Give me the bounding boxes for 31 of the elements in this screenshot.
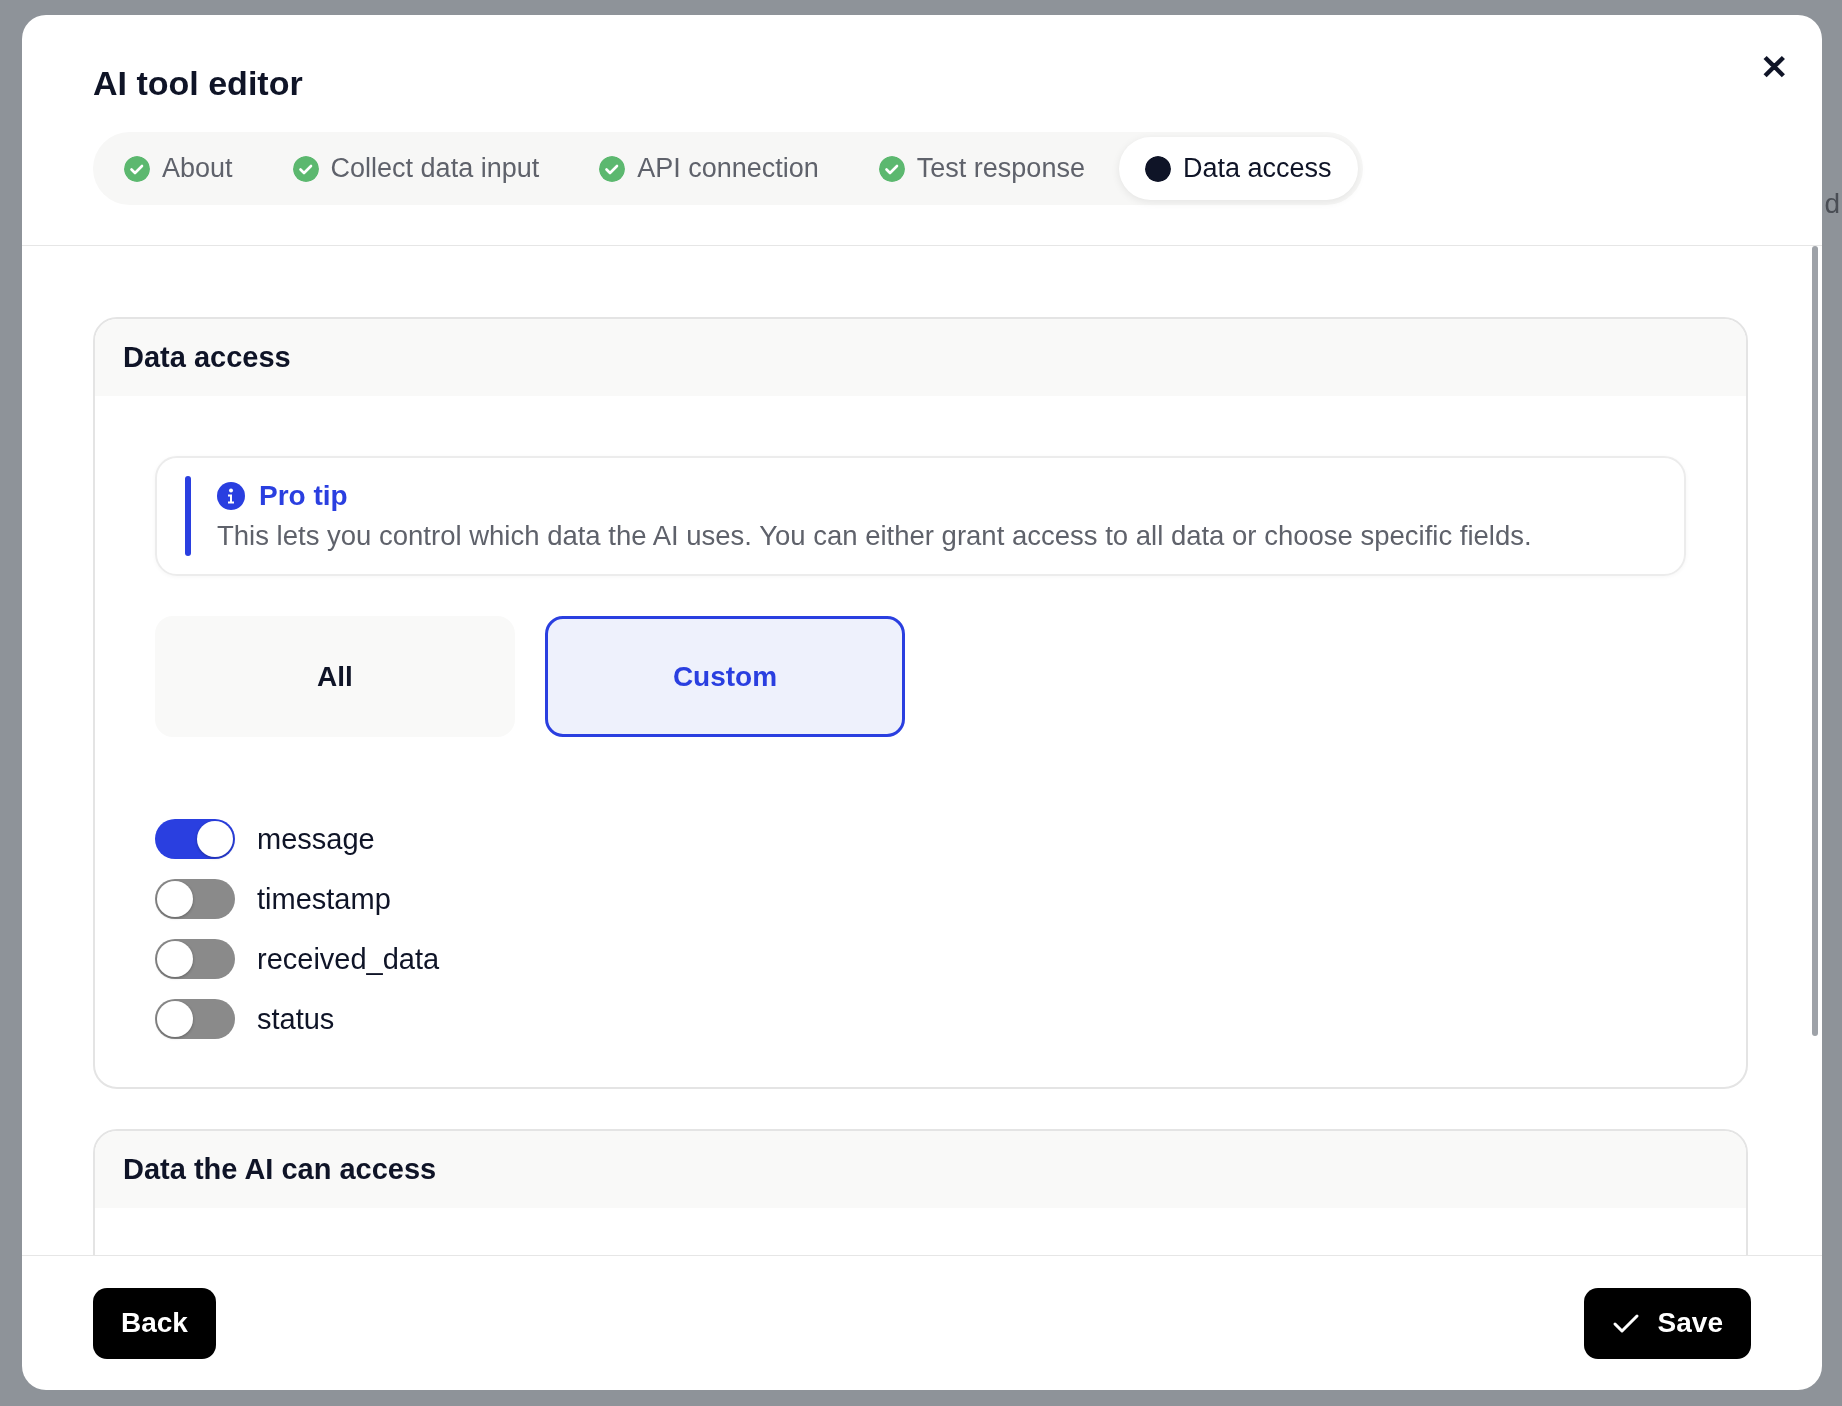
back-button[interactable]: Back: [93, 1287, 216, 1359]
check-circle-icon: [599, 155, 626, 182]
field-label: received_data: [257, 942, 440, 976]
step-tab[interactable]: About: [98, 137, 259, 200]
access-option[interactable]: All: [155, 616, 515, 737]
toggle-switch[interactable]: [155, 879, 235, 919]
toggle-switch[interactable]: [155, 819, 235, 859]
step-tab[interactable]: Test response: [852, 137, 1111, 200]
info-icon: [217, 482, 245, 510]
step-tab[interactable]: Data access: [1118, 137, 1358, 200]
check-circle-icon: [292, 155, 319, 182]
close-button[interactable]: ✕: [1756, 43, 1792, 91]
scrollbar[interactable]: [1812, 246, 1818, 1036]
field-label: message: [257, 822, 375, 856]
background-text: d: [1824, 188, 1840, 220]
current-step-icon: [1144, 155, 1171, 182]
check-circle-icon: [124, 155, 150, 182]
check-circle-icon: [878, 155, 905, 182]
field-label: timestamp: [257, 882, 391, 916]
tip-text: This lets you control which data the AI uses. You can either grant access to all data or choose specific fields.: [217, 519, 1532, 553]
step-tab[interactable]: API connection: [573, 137, 845, 200]
modal-title: AI tool editor: [93, 63, 304, 104]
save-button[interactable]: Save: [1583, 1287, 1751, 1359]
card-title: Data access: [95, 319, 1746, 396]
card-title: Data the AI can access: [95, 1131, 1746, 1208]
field-label: status: [257, 1002, 335, 1036]
tip-title: Pro tip: [259, 479, 348, 513]
toggle-switch[interactable]: [155, 939, 235, 979]
toggle-switch[interactable]: [155, 999, 235, 1039]
access-option[interactable]: Custom: [545, 616, 905, 737]
step-tab[interactable]: Collect data input: [266, 137, 566, 200]
